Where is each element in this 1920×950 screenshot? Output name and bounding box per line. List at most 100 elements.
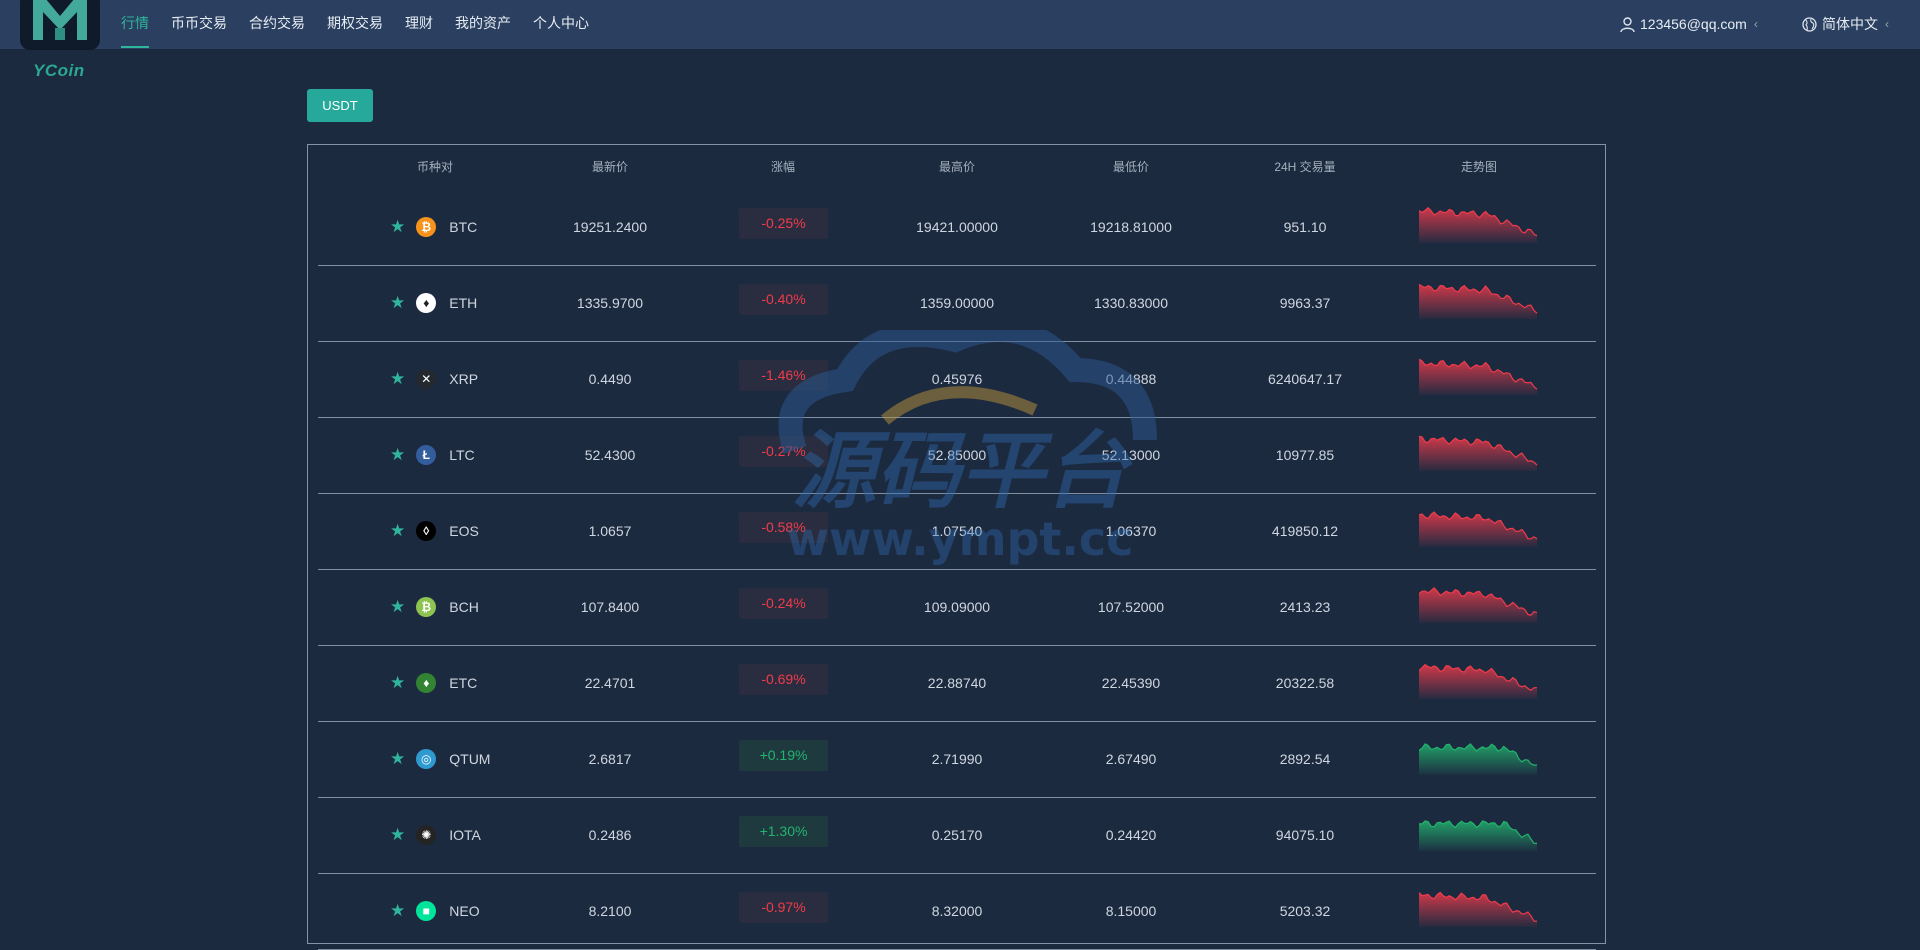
pair-symbol[interactable]: QTUM (449, 721, 490, 797)
nav-item[interactable]: 个人中心 (533, 0, 589, 49)
high-cell: 2.71990 (931, 751, 983, 767)
table-row[interactable]: ★ ₿ BTC 19251.2400 19421.00000 19218.81000 951… (318, 189, 1596, 266)
change-badge: -0.24% (739, 588, 828, 619)
low-cell: 1330.83000 (1094, 295, 1168, 311)
pair-cell: ★ ✺ IOTA (390, 797, 481, 873)
trend-sparkline (1419, 206, 1538, 243)
volume-cell: 94075.10 (1275, 827, 1335, 843)
language-selector[interactable]: 简体中文 ‹ (1802, 0, 1889, 49)
low-cell: 107.52000 (1097, 599, 1165, 615)
pair-cell: ★ ◊ EOS (390, 493, 479, 569)
chevron-left-icon: ‹ (1753, 17, 1758, 31)
pair-symbol[interactable]: BTC (449, 189, 477, 265)
column-header: 涨幅 (770, 160, 796, 174)
table-row[interactable]: ★ ◎ QTUM 2.6817 2.71990 2.67490 2892.54 +0.19% (318, 721, 1596, 798)
table-row[interactable]: ★ ♦ ETC 22.4701 22.88740 22.45390 20322.58 -0.6… (318, 645, 1596, 722)
logo[interactable] (20, 0, 100, 50)
top-navbar: 行情 币币交易 合约交易 期权交易 理财 我的资产 个人中心 123456@qq.com ‹… (0, 0, 1920, 50)
change-badge: +0.19% (739, 740, 828, 771)
favorite-star-icon[interactable]: ★ (390, 341, 405, 417)
change-badge: -0.25% (739, 208, 828, 239)
volume-cell: 5203.32 (1279, 903, 1331, 919)
pair-cell: ★ ₿ BTC (390, 189, 477, 265)
favorite-star-icon[interactable]: ★ (390, 721, 405, 797)
sparkline-area (1419, 512, 1537, 547)
favorite-star-icon[interactable]: ★ (390, 493, 405, 569)
sparkline-area (1419, 436, 1537, 471)
high-cell: 109.09000 (923, 599, 991, 615)
price-cell: 2.6817 (588, 751, 632, 767)
table-row[interactable]: ★ ✕ XRP 0.4490 0.45976 0.44888 6240647.17 -1.46… (318, 341, 1596, 418)
change-badge: -0.40% (739, 284, 828, 315)
table-row[interactable]: ★ ◊ EOS 1.0657 1.07540 1.06370 419850.12 -0.58% (318, 493, 1596, 570)
price-cell: 22.4701 (584, 675, 636, 691)
price-cell: 0.4490 (588, 371, 632, 387)
trend-sparkline (1419, 663, 1537, 699)
favorite-star-icon[interactable]: ★ (390, 569, 405, 645)
pair-symbol[interactable]: LTC (449, 417, 474, 493)
favorite-star-icon[interactable]: ★ (390, 189, 405, 265)
high-cell: 1.07540 (931, 523, 983, 539)
qtum-coin-icon: ◎ (416, 749, 437, 769)
nav-item[interactable]: 行情 (121, 0, 149, 49)
table-row[interactable]: ★ ■ NEO 8.2100 8.32000 8.15000 5203.32 -0.97% (318, 873, 1596, 950)
pair-symbol[interactable]: BCH (449, 569, 479, 645)
change-badge: +1.30% (739, 816, 828, 847)
trend-sparkline (1419, 820, 1538, 851)
low-cell: 1.06370 (1105, 523, 1157, 539)
pair-symbol[interactable]: XRP (449, 341, 478, 417)
language-label: 简体中文 (1822, 16, 1878, 32)
favorite-star-icon[interactable]: ★ (390, 873, 405, 949)
low-cell: 8.15000 (1105, 903, 1157, 919)
volume-cell: 9963.37 (1279, 295, 1331, 311)
pair-symbol[interactable]: EOS (449, 493, 479, 569)
brand-name: YCoin (33, 61, 85, 80)
volume-cell: 951.10 (1283, 219, 1327, 235)
column-header: 走势图 (1460, 160, 1498, 174)
btc-coin-icon: ₿ (416, 217, 437, 237)
price-cell: 52.4300 (584, 447, 636, 463)
low-cell: 2.67490 (1105, 751, 1157, 767)
table-row[interactable]: ★ Ł LTC 52.4300 52.85000 52.13000 10977.85 -0.2… (318, 417, 1596, 494)
iota-coin-icon: ✺ (416, 825, 437, 845)
etc-coin-icon: ♦ (416, 673, 437, 693)
favorite-star-icon[interactable]: ★ (390, 645, 405, 721)
nav-item[interactable]: 期权交易 (327, 0, 383, 49)
low-cell: 0.24420 (1105, 827, 1157, 843)
nav-item[interactable]: 币币交易 (171, 0, 227, 49)
eos-coin-icon: ◊ (416, 521, 437, 541)
pair-symbol[interactable]: ETC (449, 645, 477, 721)
favorite-star-icon[interactable]: ★ (390, 265, 405, 341)
pair-cell: ★ ♦ ETC (390, 645, 477, 721)
pair-symbol[interactable]: ETH (449, 265, 477, 341)
high-cell: 22.88740 (927, 675, 987, 691)
change-badge: -0.69% (739, 664, 828, 695)
table-row[interactable]: ★ ₿ BCH 107.8400 109.09000 107.52000 2413.23 -0… (318, 569, 1596, 646)
favorite-star-icon[interactable]: ★ (390, 417, 405, 493)
nav-item[interactable]: 合约交易 (249, 0, 305, 49)
eth-coin-icon: ♦ (416, 293, 437, 313)
globe-icon (1802, 17, 1817, 32)
user-menu[interactable]: 123456@qq.com ‹ (1620, 0, 1758, 49)
volume-cell: 6240647.17 (1268, 371, 1342, 387)
pair-cell: ★ Ł LTC (390, 417, 475, 493)
trend-sparkline (1419, 358, 1538, 395)
nav-item[interactable]: 我的资产 (455, 0, 511, 49)
chevron-left-icon: ‹ (1885, 17, 1889, 31)
column-header: 最高价 (938, 160, 976, 174)
main-nav: 行情 币币交易 合约交易 期权交易 理财 我的资产 个人中心 (121, 0, 611, 49)
table-row[interactable]: ★ ♦ ETH 1335.9700 1359.00000 1330.83000 9963.3… (318, 265, 1596, 342)
column-header: 最新价 (591, 160, 629, 174)
trend-sparkline (1419, 587, 1538, 623)
nav-item[interactable]: 理财 (405, 0, 433, 49)
table-row[interactable]: ★ ✺ IOTA 0.2486 0.25170 0.24420 94075.10 +1.30% (318, 797, 1596, 874)
high-cell: 1359.00000 (920, 295, 994, 311)
volume-cell: 2892.54 (1279, 751, 1331, 767)
favorite-star-icon[interactable]: ★ (390, 797, 405, 873)
pair-symbol[interactable]: IOTA (449, 797, 481, 873)
pair-cell: ★ ♦ ETH (390, 265, 477, 341)
price-cell: 1.0657 (588, 523, 632, 539)
trend-sparkline (1419, 283, 1538, 319)
quote-tab-usdt[interactable]: USDT (307, 89, 373, 122)
pair-symbol[interactable]: NEO (449, 873, 479, 949)
